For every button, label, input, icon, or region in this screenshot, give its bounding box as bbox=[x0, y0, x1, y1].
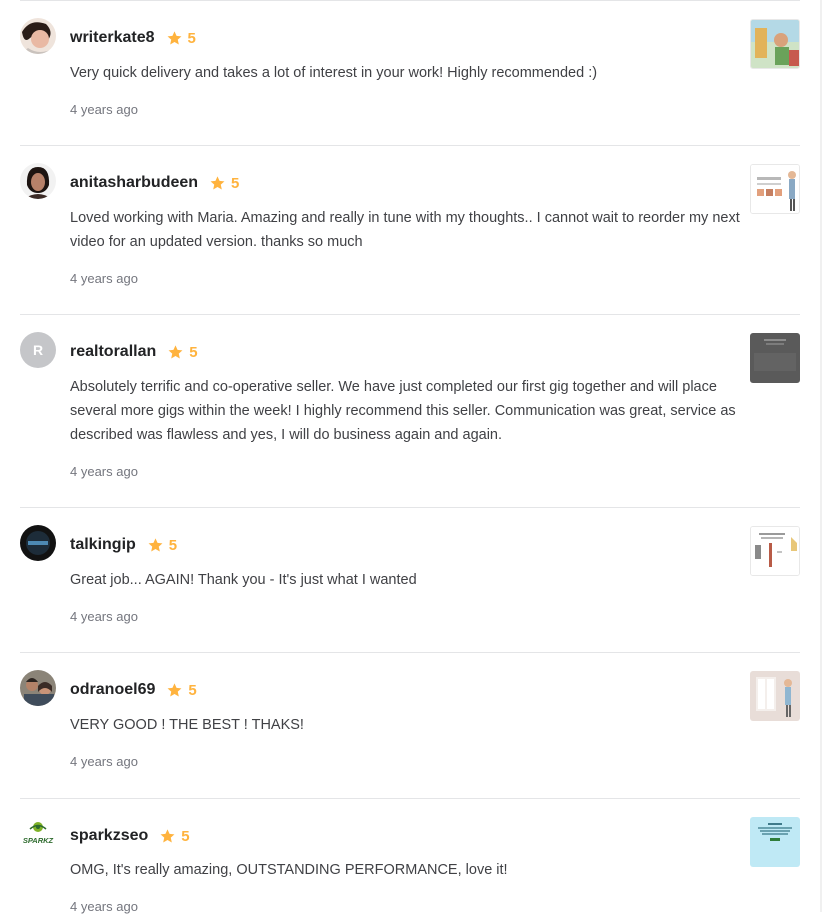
username[interactable]: sparkzseo bbox=[70, 827, 148, 845]
thumbnail-image-icon bbox=[751, 165, 799, 213]
star-icon bbox=[210, 175, 225, 189]
user-logo-icon bbox=[20, 525, 56, 561]
thumbnail-image-icon bbox=[750, 817, 800, 867]
username[interactable]: writerkate8 bbox=[70, 29, 155, 47]
delivery-thumbnail[interactable] bbox=[750, 817, 800, 867]
review-header: realtorallan 5 bbox=[70, 340, 198, 364]
review-time: 4 years ago bbox=[70, 102, 138, 117]
review-item: SPARKZ sparkzseo 5 OMG, It's really amaz… bbox=[18, 799, 800, 914]
user-photo-icon bbox=[20, 18, 56, 54]
review-header: odranoel69 5 bbox=[70, 678, 197, 702]
rating-value: 5 bbox=[188, 681, 197, 699]
rating-value: 5 bbox=[181, 827, 190, 845]
rating-value: 5 bbox=[168, 536, 178, 554]
review-item: R realtorallan 5 Absolutely terrific and… bbox=[20, 315, 800, 508]
review-header: sparkzseo 5 bbox=[70, 824, 190, 848]
username[interactable]: talkingip bbox=[70, 536, 136, 554]
review-time: 4 years ago bbox=[70, 609, 138, 624]
rating-value: 5 bbox=[231, 174, 240, 192]
page-edge-rule bbox=[820, 0, 822, 912]
avatar[interactable] bbox=[20, 163, 56, 199]
avatar[interactable] bbox=[20, 670, 56, 706]
review-text: Great job... AGAIN! Thank you - It's jus… bbox=[70, 572, 417, 588]
review-time: 4 years ago bbox=[70, 464, 138, 479]
user-photo-icon bbox=[20, 163, 56, 199]
username[interactable]: odranoel69 bbox=[70, 681, 155, 699]
review-header: writerkate8 5 bbox=[70, 26, 196, 50]
thumbnail-image-icon bbox=[750, 333, 800, 383]
review-time: 4 years ago bbox=[70, 271, 138, 286]
delivery-thumbnail[interactable] bbox=[750, 671, 800, 721]
review-item: odranoel69 5 VERY GOOD ! THE BEST ! THAK… bbox=[20, 653, 800, 799]
review-item: anitasharbudeen 5 Loved working with Mar… bbox=[20, 146, 800, 315]
rating-value: 5 bbox=[187, 29, 196, 47]
review-text: Loved working with Maria. Amazing and re… bbox=[70, 210, 740, 250]
delivery-thumbnail[interactable] bbox=[750, 164, 800, 214]
avatar[interactable]: R bbox=[20, 332, 56, 368]
avatar[interactable]: SPARKZ bbox=[18, 816, 58, 852]
sparkz-logo-icon: SPARKZ bbox=[18, 816, 58, 852]
star-icon bbox=[148, 537, 163, 551]
star-icon bbox=[167, 682, 182, 696]
thumbnail-image-icon bbox=[751, 527, 799, 575]
review-text: Absolutely terrific and co-operative sel… bbox=[70, 379, 736, 443]
thumbnail-image-icon bbox=[750, 671, 800, 721]
star-icon bbox=[160, 828, 175, 842]
review-time: 4 years ago bbox=[70, 754, 138, 769]
avatar[interactable] bbox=[20, 18, 56, 54]
delivery-thumbnail[interactable] bbox=[750, 526, 800, 576]
delivery-thumbnail[interactable] bbox=[750, 19, 800, 69]
user-photo-icon bbox=[20, 670, 56, 706]
review-item: talkingip 5 Great job... AGAIN! Thank yo… bbox=[20, 508, 800, 653]
star-icon bbox=[167, 30, 181, 44]
review-text: OMG, It's really amazing, OUTSTANDING PE… bbox=[70, 862, 508, 878]
review-text: Very quick delivery and takes a lot of i… bbox=[70, 65, 598, 81]
review-text: VERY GOOD ! THE BEST ! THAKS! bbox=[70, 717, 304, 733]
star-icon bbox=[168, 344, 183, 358]
rating-value: 5 bbox=[189, 343, 198, 361]
thumbnail-image-icon bbox=[751, 20, 799, 68]
username[interactable]: anitasharbudeen bbox=[70, 174, 198, 192]
delivery-thumbnail[interactable] bbox=[750, 333, 800, 383]
review-header: talkingip 5 bbox=[70, 533, 177, 557]
review-header: anitasharbudeen 5 bbox=[70, 171, 239, 195]
sparkz-logo-text: SPARKZ bbox=[23, 836, 54, 845]
username[interactable]: realtorallan bbox=[70, 343, 156, 361]
review-item: writerkate8 5 Very quick delivery and ta… bbox=[20, 0, 800, 146]
avatar-letter: R bbox=[32, 342, 44, 358]
avatar[interactable] bbox=[20, 525, 56, 561]
